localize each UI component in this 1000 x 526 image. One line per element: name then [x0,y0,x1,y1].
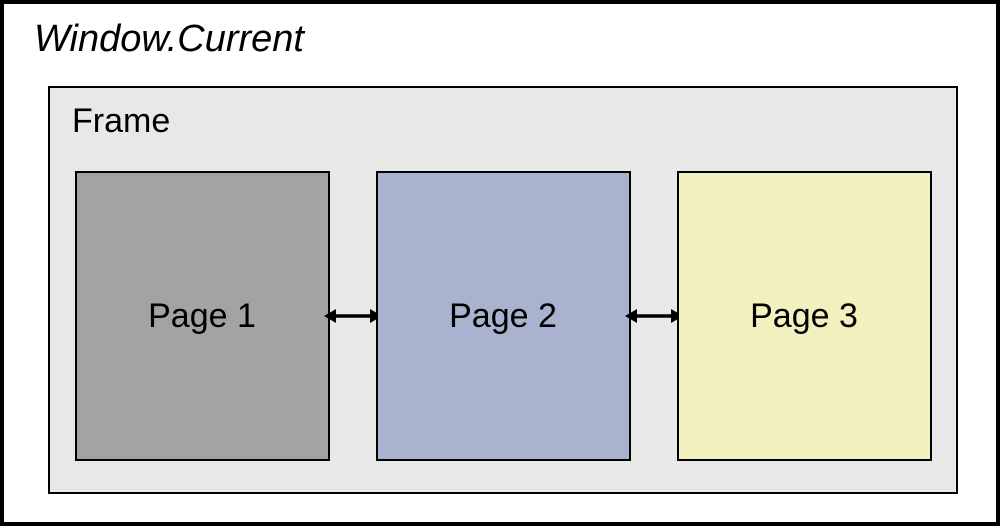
frame-container: Frame Page 1 Page 2 [48,86,958,494]
window-container: Window.Current Frame Page 1 Page 2 [0,0,1000,526]
page-2-box: Page 2 [376,171,631,461]
double-arrow-icon [324,304,382,328]
arrow-1 [330,306,376,326]
window-title: Window.Current [4,4,996,61]
pages-row: Page 1 Page 2 Page 3 [50,160,956,472]
double-arrow-icon [625,304,683,328]
arrow-2 [631,306,677,326]
page-1-box: Page 1 [75,171,330,461]
frame-title: Frame [50,88,956,141]
page-3-box: Page 3 [677,171,932,461]
